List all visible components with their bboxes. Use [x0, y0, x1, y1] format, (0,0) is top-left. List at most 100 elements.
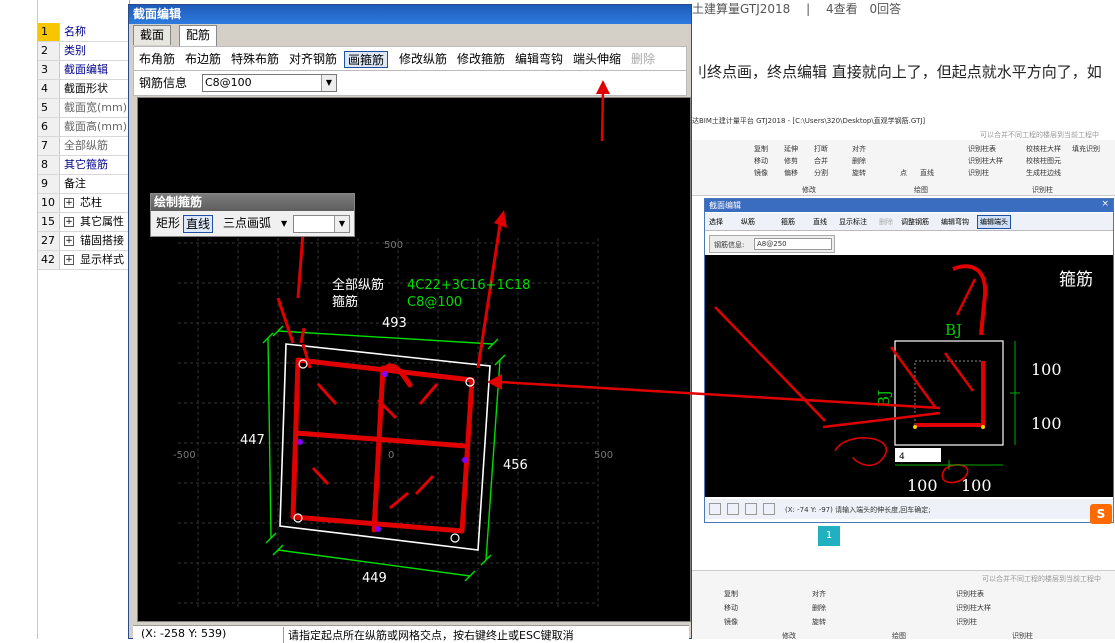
status-icon-1[interactable]: [709, 503, 721, 515]
property-row[interactable]: 15 + 其它属性: [38, 213, 129, 232]
ribbon-move[interactable]: 移动: [754, 156, 768, 166]
ribbon-line[interactable]: 直线: [920, 168, 934, 178]
modify-long-rebar-button[interactable]: 修改纵筋: [396, 51, 450, 68]
inner-delete[interactable]: 删除: [879, 217, 893, 227]
bottom-delete[interactable]: 删除: [812, 603, 826, 613]
tab-section[interactable]: 截面: [133, 25, 172, 45]
ribbon-delete[interactable]: 删除: [852, 156, 866, 166]
inner-line[interactable]: 直线: [813, 217, 827, 227]
arc-chevron-down-icon[interactable]: ▼: [279, 215, 289, 233]
chevron-down-icon[interactable]: ▼: [334, 216, 349, 232]
ribbon-break[interactable]: 打断: [814, 144, 828, 154]
property-row[interactable]: 2 类别: [38, 42, 129, 61]
bottom-copy[interactable]: 复制: [724, 589, 738, 599]
status-icon-2[interactable]: [727, 503, 739, 515]
rebar-info-label: 钢筋信息: [139, 76, 188, 90]
ribbon-align[interactable]: 对齐: [852, 144, 866, 154]
ribbon-gen-col-edge[interactable]: 生成柱边线: [1026, 168, 1061, 178]
expand-plus-icon[interactable]: +: [64, 236, 74, 246]
ribbon-merge[interactable]: 合并: [814, 156, 828, 166]
property-row[interactable]: 9 备注: [38, 175, 129, 194]
property-row-number: 7: [38, 137, 60, 155]
tab-rebar[interactable]: 配筋: [179, 25, 218, 46]
property-row[interactable]: 5 截面宽(mm): [38, 99, 129, 118]
status-icon-4[interactable]: [763, 503, 775, 515]
expand-plus-icon[interactable]: +: [64, 217, 74, 227]
ribbon-extend[interactable]: 延伸: [784, 144, 798, 154]
chevron-down-icon[interactable]: ▼: [321, 75, 336, 91]
inner-edit-hook[interactable]: 编辑弯钩: [941, 217, 969, 227]
property-row[interactable]: 6 截面高(mm): [38, 118, 129, 137]
inner-dialog-title: 截面编辑: [705, 199, 1113, 212]
ribbon-fill-identify[interactable]: 填充识别: [1072, 144, 1100, 154]
bottom-identify-col-detail[interactable]: 识别柱大样: [956, 603, 991, 613]
property-row[interactable]: 27 + 锚固搭接: [38, 232, 129, 251]
rebar-info-select[interactable]: C8@100 ▼: [202, 74, 337, 92]
ribbon-rotate[interactable]: 旋转: [852, 168, 866, 178]
bottom-mirror[interactable]: 镜像: [724, 617, 738, 627]
inner-show-dims[interactable]: 显示标注: [839, 217, 867, 227]
property-row[interactable]: 7 全部纵筋: [38, 137, 129, 156]
edge-rebar-button[interactable]: 布边筋: [182, 51, 224, 68]
inner-stirrup[interactable]: 箍筋: [781, 217, 795, 227]
arc-mode-button[interactable]: 三点画弧: [221, 215, 273, 233]
drawing-canvas[interactable]: 500 -500 0 500 全部纵筋 箍筋 4C22+3C16+1C18 C8…: [137, 97, 691, 622]
delete-button[interactable]: 删除: [628, 51, 658, 68]
inner-canvas[interactable]: 4 BJ BJ 箍筋 100 100 100 100: [705, 255, 1113, 497]
web-separator: |: [806, 2, 811, 16]
grid: [178, 238, 599, 608]
line-mode-button[interactable]: 直线: [183, 215, 214, 233]
status-icon-3[interactable]: [745, 503, 757, 515]
property-row[interactable]: 3 截面编辑: [38, 61, 129, 80]
bottom-group-draw: 绘图: [892, 632, 906, 639]
draw-option-select[interactable]: ▼: [293, 215, 350, 233]
embedded-screenshot: 达BIM土建计量平台 GTJ2018 - [C:\Users\320\Deskt…: [692, 110, 1115, 560]
modify-stirrup-button[interactable]: 修改箍筋: [454, 51, 508, 68]
inner-select[interactable]: 选择: [709, 217, 723, 227]
ribbon-split[interactable]: 分割: [814, 168, 828, 178]
inner-rebar-selector[interactable]: 钢筋信息: A8@250: [709, 235, 835, 253]
inner-edit-end[interactable]: 编辑端头: [977, 215, 1011, 229]
bottom-move[interactable]: 移动: [724, 603, 738, 613]
expand-plus-icon[interactable]: +: [64, 255, 74, 265]
inner-long-rebar[interactable]: 纵筋: [741, 217, 755, 227]
bottom-hint: 可以合并不同工程的楼层到当前工程中: [982, 575, 1101, 583]
ribbon-identify-col-table[interactable]: 识别柱表: [968, 144, 996, 154]
ribbon-copy[interactable]: 复制: [754, 144, 768, 154]
bottom-identify-col[interactable]: 识别柱: [956, 617, 977, 627]
bottom-identify-col-table[interactable]: 识别柱表: [956, 589, 984, 599]
ribbon-check-col-detail[interactable]: 校核柱大样: [1026, 144, 1061, 154]
draw-stirrup-button[interactable]: 画箍筋: [344, 51, 389, 68]
property-row[interactable]: 4 截面形状: [38, 80, 129, 99]
inner-rebar-value[interactable]: A8@250: [754, 238, 832, 250]
close-icon[interactable]: ×: [1101, 199, 1109, 209]
ribbon-check-col-element[interactable]: 校核柱图元: [1026, 156, 1061, 166]
align-rebar-button[interactable]: 对齐钢筋: [286, 51, 340, 68]
inner-status-bar: (X: -74 Y: -97) 请输入端头的伸长度,回车确定;: [705, 499, 1113, 519]
rect-mode-button[interactable]: 矩形: [154, 215, 182, 233]
bottom-rotate[interactable]: 旋转: [812, 617, 826, 627]
corner-rebar-button[interactable]: 布角筋: [136, 51, 178, 68]
ribbon-mirror[interactable]: 镜像: [754, 168, 768, 178]
ribbon-trim[interactable]: 修剪: [784, 156, 798, 166]
bottom-align[interactable]: 对齐: [812, 589, 826, 599]
property-row[interactable]: 8 其它箍筋: [38, 156, 129, 175]
ribbon-point[interactable]: 点: [900, 168, 907, 178]
edit-hook-button[interactable]: 编辑弯钩: [512, 51, 566, 68]
property-row-name: 类别: [64, 44, 86, 57]
ribbon-identify-col[interactable]: 识别柱: [968, 168, 989, 178]
property-row[interactable]: 42 + 显示样式: [38, 251, 129, 270]
rebar-info-value: C8@100: [205, 76, 252, 89]
ribbon-offset[interactable]: 偏移: [784, 168, 798, 178]
ribbon-identify-col-detail[interactable]: 识别柱大样: [968, 156, 1003, 166]
inner-adjust-rebar[interactable]: 调整钢筋: [901, 217, 929, 227]
inner-input-value[interactable]: 4: [899, 452, 905, 462]
inner-stirrup-label: 箍筋: [1059, 270, 1093, 290]
expand-plus-icon[interactable]: +: [64, 198, 74, 208]
ribbon-group-draw: 绘图: [914, 186, 928, 194]
special-rebar-button[interactable]: 特殊布筋: [228, 51, 282, 68]
property-row[interactable]: 1 名称: [38, 23, 129, 42]
bottom-group-identify: 识别柱: [1012, 632, 1033, 639]
end-stretch-button[interactable]: 端头伸缩: [570, 51, 624, 68]
property-row[interactable]: 10 + 芯柱: [38, 194, 129, 213]
